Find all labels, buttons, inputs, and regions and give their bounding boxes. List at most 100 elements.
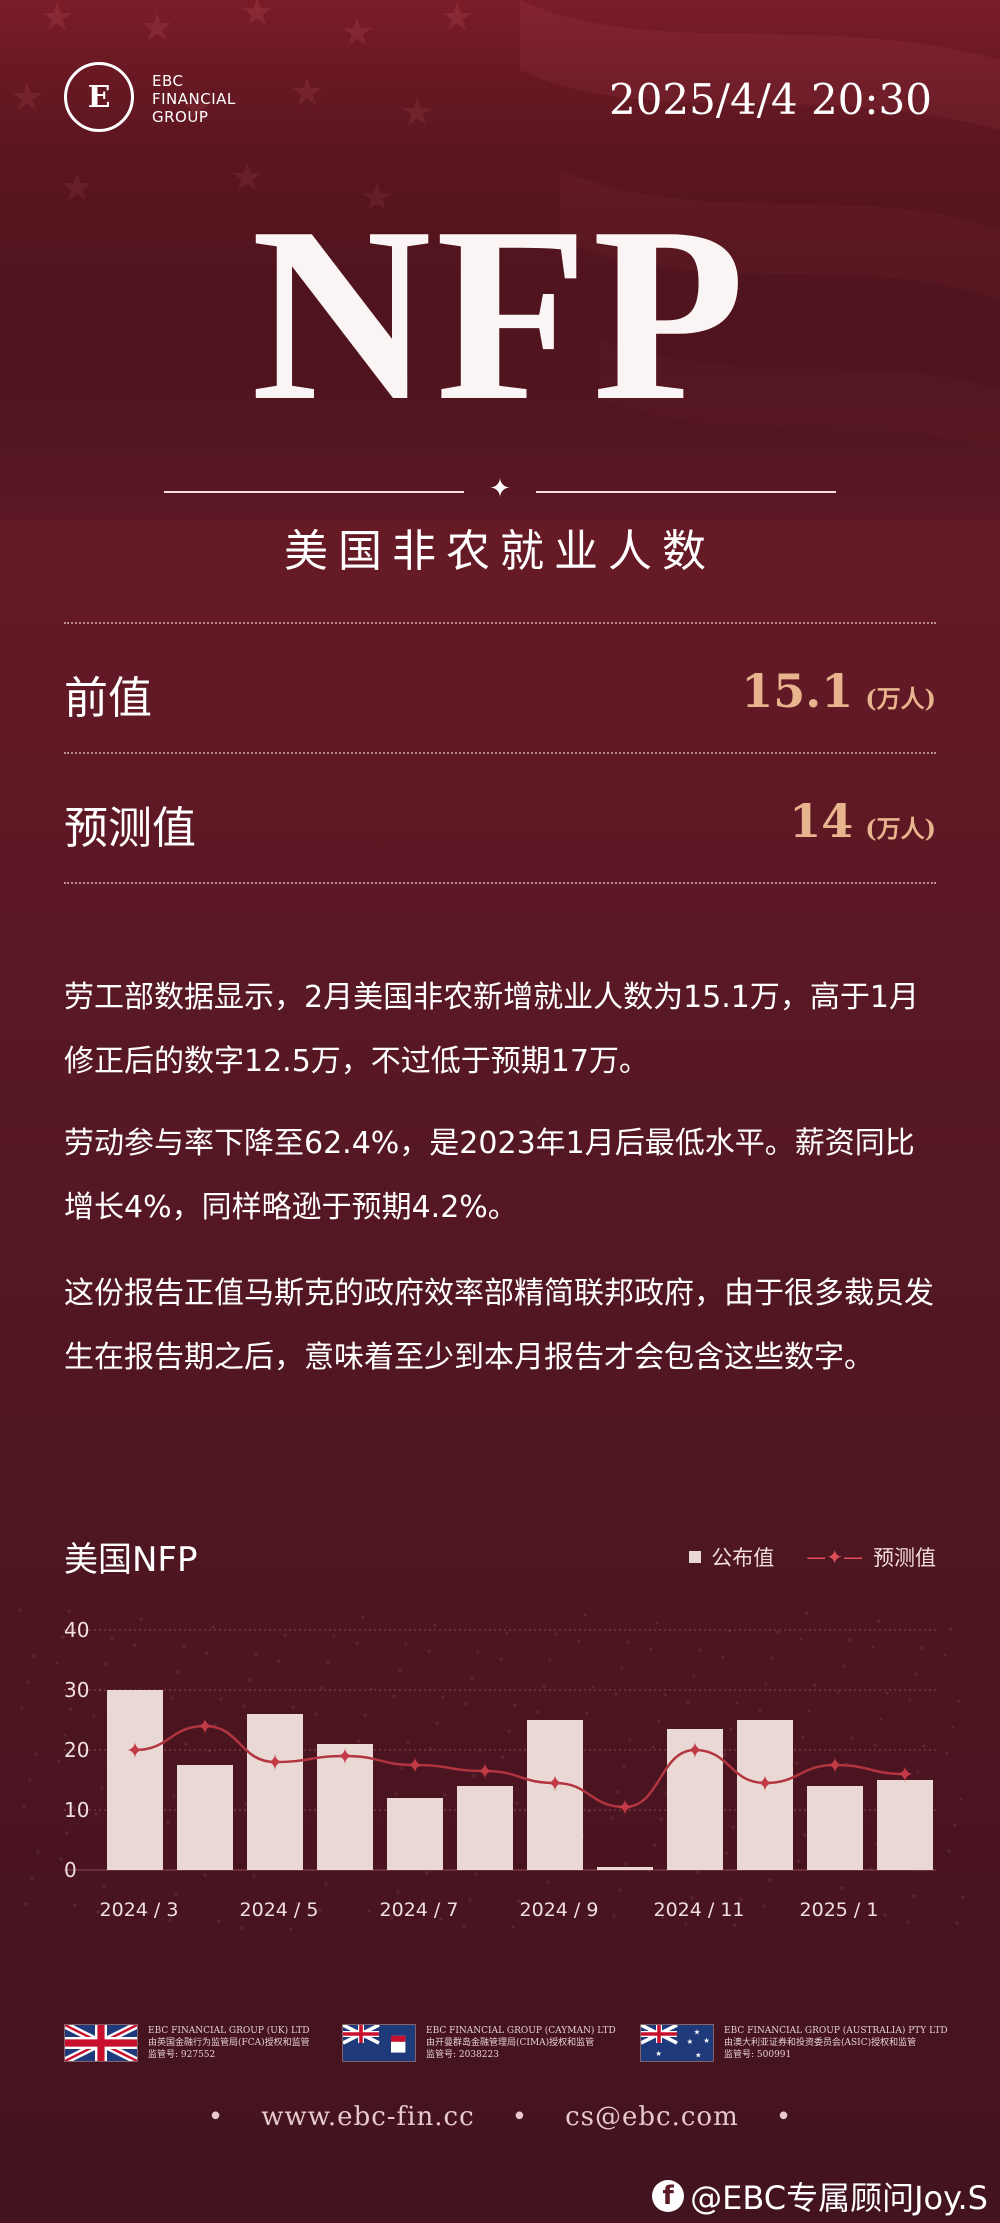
map-dot bbox=[795, 1761, 799, 1765]
map-dot bbox=[355, 1641, 359, 1645]
map-dot bbox=[94, 1812, 98, 1816]
map-dot bbox=[842, 1664, 846, 1668]
map-dot bbox=[515, 1801, 519, 1805]
map-dot bbox=[102, 1884, 106, 1888]
map-dot bbox=[398, 1668, 402, 1672]
watermark: f @EBC专属顾问Joy.S bbox=[652, 2173, 988, 2219]
map-dot bbox=[367, 1909, 371, 1913]
stat-unit: (万人) bbox=[865, 814, 936, 843]
map-dot bbox=[916, 1770, 920, 1774]
map-dot bbox=[577, 1639, 581, 1643]
map-dot bbox=[57, 1759, 61, 1763]
entity-name: EBC FINANCIAL GROUP (CAYMAN) LTD bbox=[426, 2026, 616, 2036]
map-dot bbox=[55, 1661, 59, 1665]
map-dot bbox=[283, 1633, 287, 1637]
map-dot bbox=[464, 1702, 468, 1706]
legend-forecast-label: 预测值 bbox=[873, 1546, 936, 1570]
map-dot bbox=[203, 1873, 207, 1877]
map-dot bbox=[612, 1914, 616, 1918]
map-dot bbox=[922, 1744, 926, 1748]
map-dot bbox=[684, 1922, 688, 1926]
entity-regulator: 由开曼群岛金融管理局(CIMA)授权和监管 bbox=[426, 2038, 595, 2048]
entity-regulator: 由澳大利亚证券和投资委员会(ASIC)授权和监管 bbox=[724, 2038, 917, 2048]
map-dot bbox=[392, 1694, 396, 1698]
stat-value-previous: 15.1 (万人) bbox=[741, 664, 936, 718]
forecast-point: ✦ bbox=[546, 1772, 564, 1797]
map-dot bbox=[443, 1793, 447, 1797]
map-dot bbox=[65, 1831, 69, 1835]
map-dot bbox=[400, 1766, 404, 1770]
cayman-flag-icon bbox=[342, 2024, 416, 2062]
map-dot bbox=[291, 1705, 295, 1709]
map-dot bbox=[36, 1850, 40, 1854]
map-dot bbox=[59, 1857, 63, 1861]
paragraph-1: 劳工部数据显示，2月美国非农新增就业人数为15.1万，高于1月修正后的数字12.… bbox=[64, 980, 919, 1079]
entity-license: 监管号: 927552 bbox=[148, 2050, 216, 2060]
x-tick-label: 2024 / 9 bbox=[520, 1899, 599, 1921]
watermark-text: @EBC专属顾问Joy.S bbox=[690, 2179, 988, 2217]
email-link[interactable]: cs@ebc.com bbox=[565, 2102, 739, 2132]
map-dot bbox=[513, 1703, 517, 1707]
svg-text:★: ★ bbox=[703, 2036, 709, 2045]
map-dot bbox=[252, 1874, 256, 1878]
ebc-logo-icon: E bbox=[64, 62, 134, 132]
map-dot bbox=[28, 1778, 32, 1782]
bullet-icon: • bbox=[207, 2102, 225, 2132]
map-dot bbox=[67, 1609, 71, 1613]
forecast-point: ✦ bbox=[686, 1739, 704, 1764]
map-dot bbox=[953, 1823, 957, 1827]
map-dot bbox=[476, 1650, 480, 1654]
y-tick-label: 0 bbox=[64, 1858, 77, 1882]
stat-number: 15.1 bbox=[741, 664, 854, 718]
map-dot bbox=[614, 1692, 618, 1696]
map-dot bbox=[947, 1849, 951, 1853]
map-dot bbox=[548, 1658, 552, 1662]
map-dot bbox=[248, 1678, 252, 1682]
map-dot bbox=[873, 1743, 877, 1747]
hero-title: NFP bbox=[251, 176, 749, 453]
map-dot bbox=[624, 1862, 628, 1866]
map-dot bbox=[801, 1735, 805, 1739]
map-dot bbox=[762, 1904, 766, 1908]
map-dot bbox=[776, 1630, 780, 1634]
map-dot bbox=[649, 1647, 653, 1651]
chart-legend: 公布值 —✦— 预测值 bbox=[689, 1542, 936, 1572]
footer-entity-cayman: EBC FINANCIAL GROUP (CAYMAN) LTD 由开曼群岛金融… bbox=[342, 2024, 616, 2062]
map-dot bbox=[462, 1924, 466, 1928]
map-dot bbox=[139, 1617, 143, 1621]
divider-left bbox=[164, 491, 464, 493]
map-dot bbox=[314, 1712, 318, 1716]
map-dot bbox=[100, 1786, 104, 1790]
forecast-point: ✦ bbox=[126, 1739, 144, 1764]
bar-actual bbox=[247, 1714, 303, 1870]
map-dot bbox=[957, 1699, 961, 1703]
divider bbox=[64, 882, 936, 884]
map-dot bbox=[951, 1725, 955, 1729]
divider bbox=[64, 622, 936, 624]
map-dot bbox=[73, 1903, 77, 1907]
map-dot bbox=[92, 1714, 96, 1718]
bar-actual bbox=[387, 1798, 443, 1870]
map-dot bbox=[217, 1919, 221, 1923]
sparkle-icon: ✦ bbox=[489, 474, 511, 504]
map-dot bbox=[211, 1625, 215, 1629]
map-dot bbox=[69, 1707, 73, 1711]
entity-name: EBC FINANCIAL GROUP (UK) LTD bbox=[148, 2026, 310, 2036]
bar-actual bbox=[807, 1786, 863, 1870]
map-dot bbox=[653, 1843, 657, 1847]
map-dot bbox=[166, 1820, 170, 1824]
map-dot bbox=[721, 1655, 725, 1659]
map-dot bbox=[949, 1627, 953, 1631]
map-dot bbox=[836, 1690, 840, 1694]
map-dot bbox=[914, 1672, 918, 1676]
bar-actual bbox=[597, 1867, 653, 1870]
map-dot bbox=[433, 1623, 437, 1627]
facebook-icon: f bbox=[652, 2180, 685, 2212]
release-datetime: 2025/4/4 20:30 bbox=[608, 75, 932, 124]
stat-value-forecast: 14 (万人) bbox=[789, 794, 936, 848]
map-dot bbox=[254, 1652, 258, 1656]
website-link[interactable]: www.ebc-fin.cc bbox=[261, 2102, 474, 2132]
map-dot bbox=[848, 1638, 852, 1642]
map-dot bbox=[758, 1708, 762, 1712]
map-dot bbox=[182, 1644, 186, 1648]
